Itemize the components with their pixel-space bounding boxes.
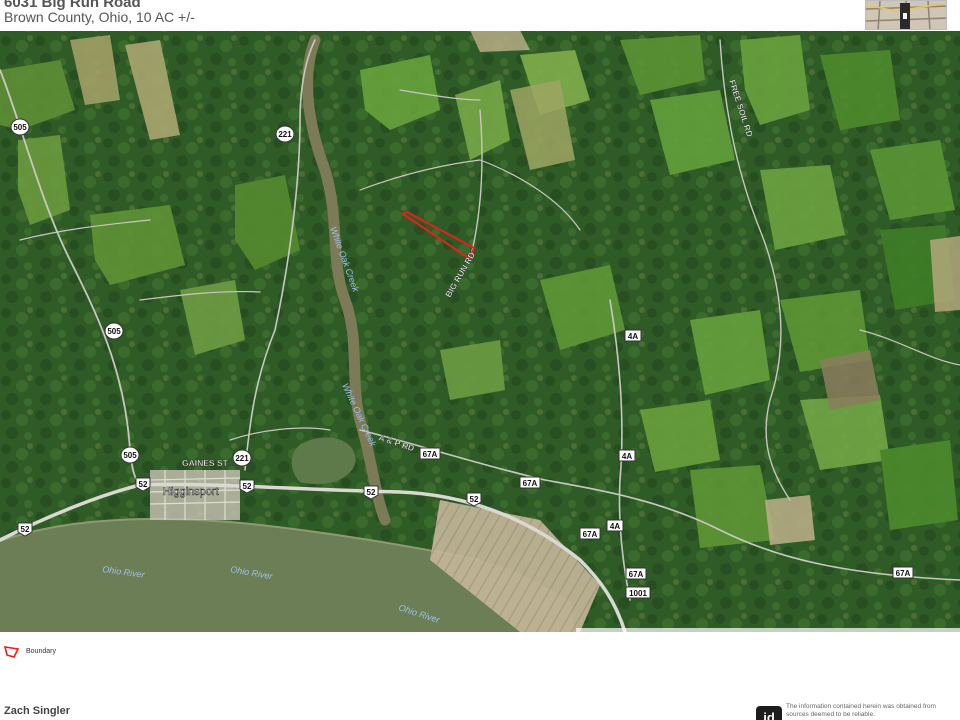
higginsport-label: Higginsport (163, 486, 219, 498)
svg-text:52: 52 (243, 482, 252, 491)
route-67a-shield-3: 67A (579, 527, 601, 540)
route-505-shield-north: 505 (10, 118, 30, 136)
gaines-st-label: GAINES ST (182, 458, 229, 468)
disclaimer-text: The information contained herein was obt… (786, 703, 936, 718)
route-221-shield-south: 221 (232, 449, 252, 467)
svg-text:4A: 4A (628, 332, 638, 341)
svg-text:1001: 1001 (629, 589, 647, 598)
svg-text:67A: 67A (583, 530, 598, 539)
route-221-shield-north: 221 (275, 125, 295, 143)
route-67a-shield-4: 67A (625, 567, 647, 580)
svg-text:221: 221 (235, 454, 249, 463)
boundary-legend-label: Boundary (26, 648, 56, 655)
svg-text:52: 52 (21, 525, 30, 534)
route-505-shield-south: 505 (120, 446, 140, 464)
property-subtitle: Brown County, Ohio, 10 AC +/- (4, 9, 195, 25)
boundary-legend-icon (4, 646, 20, 658)
svg-text:67A: 67A (896, 569, 911, 578)
map-legend: Boundary (0, 632, 960, 682)
svg-text:52: 52 (470, 495, 479, 504)
svg-text:52: 52 (367, 488, 376, 497)
svg-text:4A: 4A (622, 452, 632, 461)
svg-text:221: 221 (278, 130, 292, 139)
route-505-shield-mid: 505 (104, 322, 124, 340)
route-67a-shield-1: 67A (419, 447, 441, 460)
svg-text:505: 505 (107, 327, 121, 336)
svg-text:67A: 67A (423, 450, 438, 459)
aerial-map[interactable]: BIG RUN RD FREE SOIL RD GAINES ST A & P … (0, 31, 960, 632)
route-1001-shield: 1001 (625, 586, 651, 599)
route-67a-shield-2: 67A (519, 476, 541, 489)
map-footer: Zach Singler id The information containe… (0, 682, 960, 720)
map-header: 6031 Big Run Road Brown County, Ohio, 10… (0, 0, 960, 31)
agent-name: Zach Singler (4, 705, 71, 717)
svg-text:67A: 67A (523, 479, 538, 488)
company-logo: id (756, 706, 782, 720)
svg-text:52: 52 (139, 480, 148, 489)
location-thumbnail[interactable] (865, 0, 947, 30)
route-4a-shield-2: 4A (618, 449, 636, 462)
svg-text:67A: 67A (629, 570, 644, 579)
route-67a-shield-5: 67A (892, 566, 914, 579)
svg-text:505: 505 (13, 123, 27, 132)
aerial-imagery: BIG RUN RD FREE SOIL RD GAINES ST A & P … (0, 31, 960, 632)
svg-text:505: 505 (123, 451, 137, 460)
route-4a-shield-3: 4A (606, 519, 624, 532)
svg-text:4A: 4A (610, 522, 620, 531)
route-4a-shield-1: 4A (624, 329, 642, 342)
